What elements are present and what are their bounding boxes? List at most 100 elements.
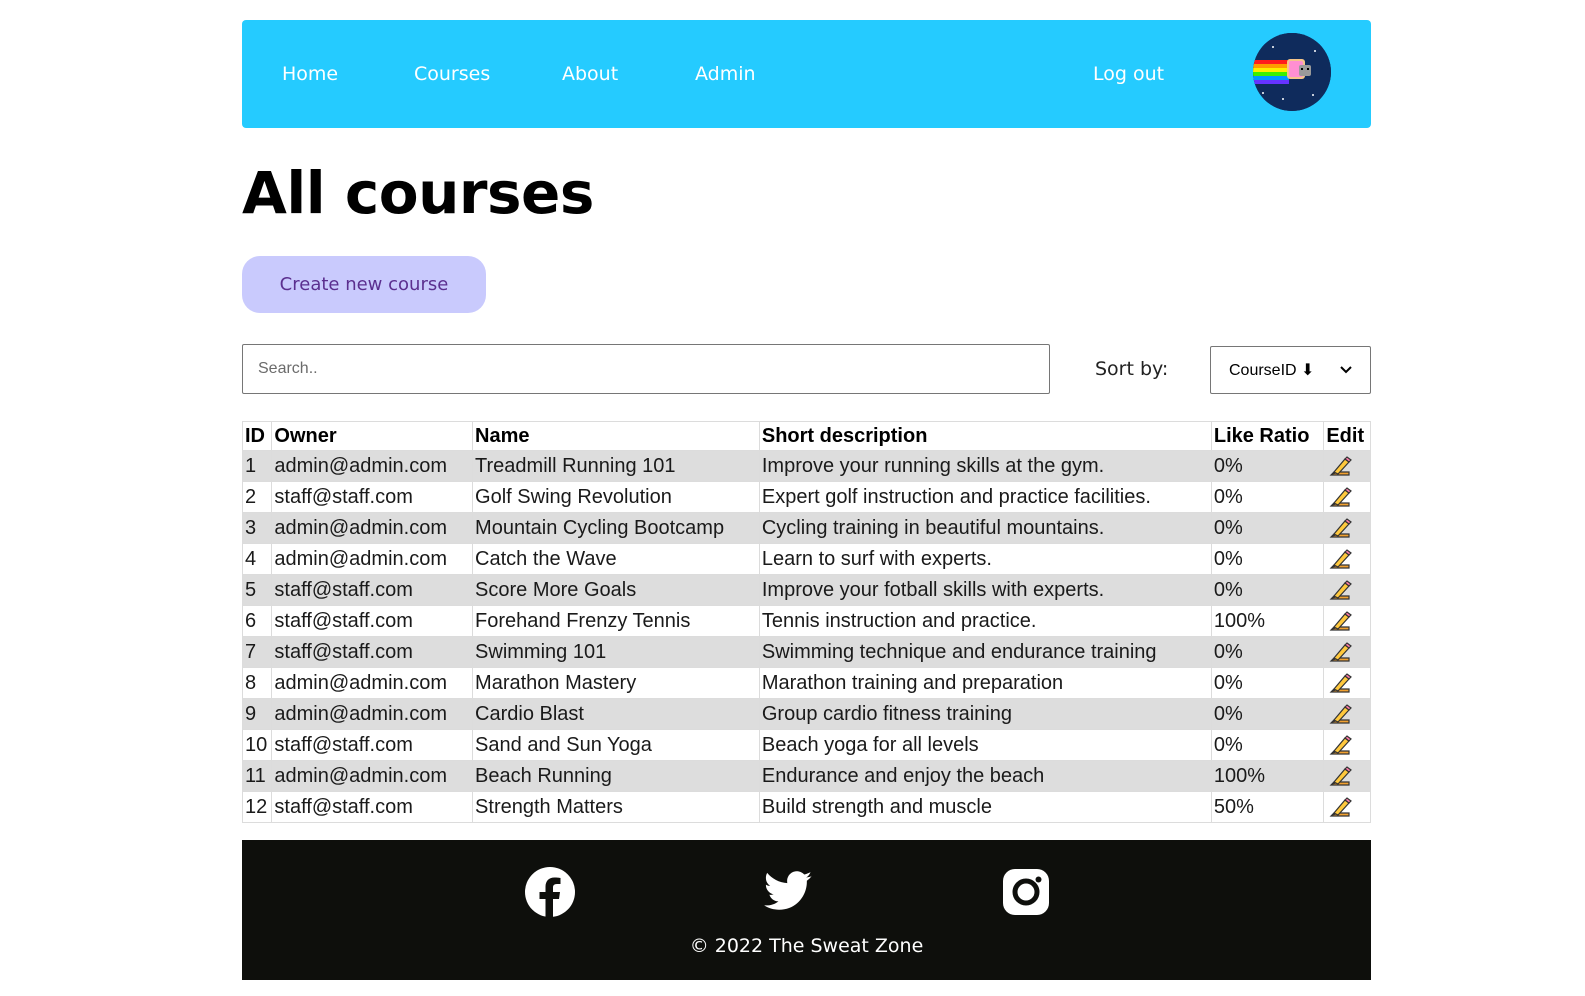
cell-id: 7 (241, 636, 273, 668)
cell-owner: admin@admin.com (271, 543, 474, 575)
sort-label: Sort by: (1095, 358, 1169, 380)
cell-description: Endurance and enjoy the beach (758, 760, 1212, 792)
table-row[interactable]: 12 staff@staff.com Strength Matters Build s… (241, 791, 1371, 823)
table-row[interactable]: 10 staff@staff.com Sand and Sun Yoga Beach … (241, 729, 1371, 761)
cell-name: Marathon Mastery (472, 667, 760, 699)
table-row[interactable]: 3 admin@admin.com Mountain Cycling Bootcam… (241, 512, 1371, 544)
cell-name: Score More Goals (472, 574, 760, 606)
top-nav: Home Courses About Admin Log out (242, 20, 1371, 128)
cell-like-ratio: 0% (1210, 574, 1325, 606)
twitter-icon[interactable] (762, 866, 814, 918)
create-course-button[interactable]: Create new course (242, 256, 486, 313)
cell-like-ratio: 0% (1210, 729, 1325, 761)
cell-description: Swimming technique and endurance trainin… (758, 636, 1212, 668)
table-row[interactable]: 6 staff@staff.com Forehand Frenzy Tennis Te… (241, 605, 1371, 637)
cell-name: Golf Swing Revolution (472, 481, 760, 513)
nav-courses-link[interactable]: Courses (414, 62, 490, 86)
cell-name: Beach Running (472, 760, 760, 792)
cell-id: 8 (241, 667, 273, 699)
cell-description: Build strength and muscle (758, 791, 1212, 823)
pencil-edit-icon[interactable] (1328, 640, 1354, 664)
table-row[interactable]: 7 staff@staff.com Swimming 101 Swimming tec… (241, 636, 1371, 668)
cell-edit (1323, 543, 1371, 575)
table-row[interactable]: 11 admin@admin.com Beach Running Endurance … (241, 760, 1371, 792)
nav-home-link[interactable]: Home (282, 62, 338, 86)
copyright-text: © 2022 The Sweat Zone (689, 935, 924, 957)
cell-edit (1323, 605, 1371, 637)
pencil-edit-icon[interactable] (1328, 547, 1354, 571)
cell-edit (1323, 729, 1371, 761)
pencil-edit-icon[interactable] (1328, 733, 1354, 757)
cell-description: Learn to surf with experts. (758, 543, 1212, 575)
table-row[interactable]: 8 admin@admin.com Marathon Mastery Marathon… (241, 667, 1371, 699)
cell-name: Sand and Sun Yoga (472, 729, 760, 761)
cell-name: Mountain Cycling Bootcamp (472, 512, 760, 544)
table-row[interactable]: 4 admin@admin.com Catch the Wave Learn to s… (241, 543, 1371, 575)
cell-description: Beach yoga for all levels (758, 729, 1212, 761)
header-like-ratio[interactable]: Like Ratio (1210, 421, 1325, 451)
cell-id: 9 (241, 698, 273, 730)
header-owner[interactable]: Owner (271, 421, 474, 451)
cell-edit (1323, 760, 1371, 792)
instagram-icon[interactable] (1000, 866, 1052, 918)
cell-id: 3 (241, 512, 273, 544)
cell-owner: staff@staff.com (271, 574, 474, 606)
nav-about-link[interactable]: About (562, 62, 618, 86)
cell-name: Catch the Wave (472, 543, 760, 575)
courses-table: ID Owner Name Short description Like Rat… (241, 421, 1371, 823)
sort-select[interactable]: CourseID ⬇ (1210, 346, 1371, 394)
cell-id: 5 (241, 574, 273, 606)
cell-edit (1323, 512, 1371, 544)
logout-link[interactable]: Log out (1093, 62, 1164, 86)
cell-description: Cycling training in beautiful mountains. (758, 512, 1212, 544)
cell-id: 12 (241, 791, 273, 823)
cell-id: 2 (241, 481, 273, 513)
nyan-cat-avatar-icon[interactable] (1253, 33, 1331, 111)
cell-id: 1 (241, 450, 273, 482)
cell-name: Strength Matters (472, 791, 760, 823)
pencil-edit-icon[interactable] (1328, 454, 1354, 478)
cell-id: 11 (241, 760, 273, 792)
cell-like-ratio: 50% (1210, 791, 1325, 823)
cell-like-ratio: 0% (1210, 636, 1325, 668)
pencil-edit-icon[interactable] (1328, 485, 1354, 509)
nav-admin-link[interactable]: Admin (695, 62, 756, 86)
search-input[interactable] (242, 344, 1050, 394)
pencil-edit-icon[interactable] (1328, 609, 1354, 633)
cell-edit (1323, 481, 1371, 513)
cell-like-ratio: 0% (1210, 698, 1325, 730)
pencil-edit-icon[interactable] (1328, 516, 1354, 540)
cell-like-ratio: 100% (1210, 760, 1325, 792)
cell-description: Tennis instruction and practice. (758, 605, 1212, 637)
pencil-edit-icon[interactable] (1328, 671, 1354, 695)
sort-selected-value: CourseID ⬇ (1229, 362, 1315, 379)
header-description[interactable]: Short description (758, 421, 1212, 451)
cell-id: 6 (241, 605, 273, 637)
cell-like-ratio: 0% (1210, 481, 1325, 513)
table-header-row: ID Owner Name Short description Like Rat… (241, 421, 1371, 451)
cell-owner: admin@admin.com (271, 698, 474, 730)
cell-edit (1323, 574, 1371, 606)
pencil-edit-icon[interactable] (1328, 764, 1354, 788)
table-row[interactable]: 5 staff@staff.com Score More Goals Improve … (241, 574, 1371, 606)
page-container: Home Courses About Admin Log out All cou… (241, 20, 1371, 980)
table-row[interactable]: 1 admin@admin.com Treadmill Running 101 Imp… (241, 450, 1371, 482)
facebook-icon[interactable] (524, 866, 576, 918)
cell-description: Improve your fotball skills with experts… (758, 574, 1212, 606)
cell-edit (1323, 791, 1371, 823)
header-name[interactable]: Name (472, 421, 760, 451)
cell-owner: admin@admin.com (271, 512, 474, 544)
pencil-edit-icon[interactable] (1328, 795, 1354, 819)
cell-name: Treadmill Running 101 (472, 450, 760, 482)
cell-like-ratio: 0% (1210, 667, 1325, 699)
cell-description: Improve your running skills at the gym. (758, 450, 1212, 482)
table-row[interactable]: 9 admin@admin.com Cardio Blast Group cardio… (241, 698, 1371, 730)
table-body: 1 admin@admin.com Treadmill Running 101 Imp… (241, 450, 1371, 823)
cell-id: 10 (241, 729, 273, 761)
table-row[interactable]: 2 staff@staff.com Golf Swing Revolution Exp… (241, 481, 1371, 513)
pencil-edit-icon[interactable] (1328, 702, 1354, 726)
pencil-edit-icon[interactable] (1328, 578, 1354, 602)
header-id[interactable]: ID (241, 421, 273, 451)
cell-edit (1323, 636, 1371, 668)
cell-owner: staff@staff.com (271, 481, 474, 513)
